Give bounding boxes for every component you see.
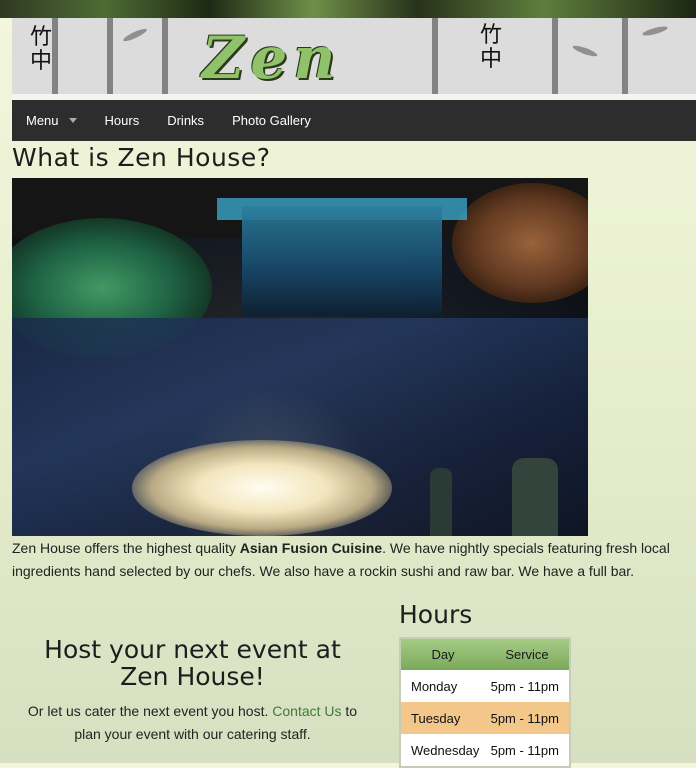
table-row: Monday 5pm - 11pm: [400, 670, 570, 702]
nav-item-drinks[interactable]: Drinks: [153, 100, 218, 141]
column-header-day: Day: [400, 638, 485, 670]
bamboo-leaf: [121, 26, 149, 44]
day-cell: Wednesday: [400, 734, 485, 767]
bamboo-stalk: [622, 18, 628, 94]
bamboo-stalk: [107, 18, 113, 94]
bamboo-stalk: [52, 18, 58, 94]
bamboo-leaf: [641, 24, 669, 38]
table-header-row: Day Service: [400, 638, 570, 670]
service-cell: 5pm - 11pm: [485, 734, 570, 767]
day-cell: Tuesday: [400, 702, 485, 734]
bamboo-stalk: [162, 18, 168, 94]
event-text: Or let us cater the next event you host.…: [20, 700, 365, 746]
hours-heading: Hours: [399, 600, 473, 629]
service-cell: 5pm - 11pm: [485, 670, 570, 702]
hours-table: Day Service Monday 5pm - 11pm Tuesday 5p…: [399, 637, 571, 768]
contact-us-link[interactable]: Contact Us: [272, 703, 341, 719]
cuisine-highlight: Asian Fusion Cuisine: [239, 540, 383, 556]
nav-item-menu[interactable]: Menu: [12, 100, 91, 141]
site-logo-title[interactable]: Zen House: [202, 22, 582, 94]
intro-paragraph: Zen House offers the highest quality Asi…: [12, 537, 696, 583]
table-row: Wednesday 5pm - 11pm: [400, 734, 570, 767]
intro-text: Zen House offers the highest quality: [12, 540, 240, 556]
top-bamboo-strip: [0, 0, 696, 18]
page-title: What is Zen House?: [12, 143, 271, 172]
nav-item-hours[interactable]: Hours: [91, 100, 154, 141]
nav-item-photo-gallery[interactable]: Photo Gallery: [218, 100, 325, 141]
caret-down-icon: [68, 118, 77, 123]
kanji-icon: 竹中: [30, 25, 53, 74]
nav-item-label: Drinks: [167, 113, 205, 128]
event-heading: Host your next event at Zen House!: [44, 635, 341, 691]
nav-item-label: Hours: [104, 113, 140, 128]
column-header-service: Service: [485, 638, 570, 670]
hero-photo: [12, 178, 588, 536]
nav-item-label: Photo Gallery: [232, 113, 311, 128]
main-navbar: Menu Hours Drinks Photo Gallery: [12, 100, 696, 141]
event-text-part: Or let us cater the next event you host.: [27, 703, 273, 719]
service-cell: 5pm - 11pm: [485, 702, 570, 734]
site-banner: 竹中 竹中 Zen House: [12, 18, 696, 94]
table-row-highlighted: Tuesday 5pm - 11pm: [400, 702, 570, 734]
nav-item-label: Menu: [26, 113, 59, 128]
day-cell: Monday: [400, 670, 485, 702]
